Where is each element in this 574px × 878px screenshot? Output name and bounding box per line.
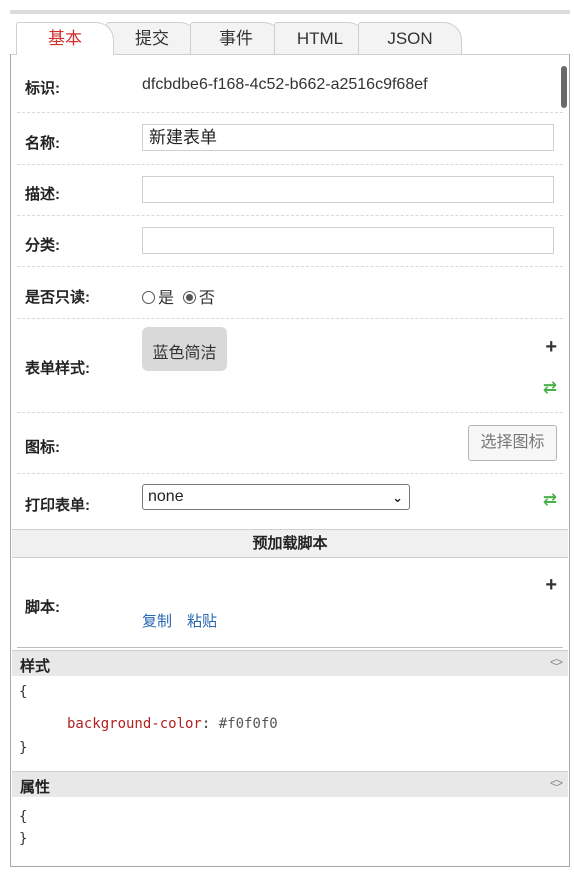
- code-toggle-icon[interactable]: <>: [550, 655, 563, 669]
- top-divider: [10, 10, 570, 14]
- attr-brace-open: {: [19, 809, 28, 825]
- style-brace-open: {: [19, 684, 28, 700]
- category-row: 分类:: [17, 216, 563, 267]
- css-value: #f0f0f0: [218, 716, 278, 732]
- readonly-row: 是否只读: 是 否: [17, 267, 563, 319]
- name-row: 名称: 新建表单: [17, 113, 563, 165]
- attr-editor-title: 属性: [20, 779, 51, 796]
- description-input[interactable]: [142, 176, 554, 203]
- print-row: 打印表单: none ⌄ ⇄: [17, 474, 563, 529]
- id-value: dfcbdbe6-f168-4c52-b662-a2516c9f68ef: [142, 76, 428, 93]
- css-property: background-color: [67, 716, 202, 732]
- css-colon: :: [201, 716, 211, 732]
- radio-no[interactable]: [182, 291, 196, 304]
- print-label: 打印表单:: [25, 497, 90, 514]
- plus-icon[interactable]: +: [545, 575, 557, 595]
- preload-section-header: 预加载脚本: [12, 529, 568, 558]
- tab-html[interactable]: HTML: [274, 22, 366, 54]
- tab-basic[interactable]: 基本: [16, 22, 114, 55]
- radio-no-label: 否: [198, 290, 215, 307]
- style-editor-title: 样式: [20, 658, 51, 675]
- form-style-row: 表单样式: 蓝色简洁 + ⇄: [17, 319, 563, 413]
- style-declaration[interactable]: background-color: #f0f0f0: [67, 716, 278, 732]
- radio-yes-label: 是: [158, 290, 175, 307]
- tab-json[interactable]: JSON: [358, 22, 462, 54]
- icon-row: 图标: 选择图标: [17, 413, 563, 474]
- script-row: 脚本: + 复制 粘贴: [17, 558, 563, 648]
- attr-brace-close: }: [19, 831, 28, 847]
- tab-bar: 基本 提交 事件 HTML JSON: [10, 16, 570, 55]
- code-toggle-icon[interactable]: <>: [550, 776, 563, 790]
- readonly-yes-option[interactable]: 是: [142, 290, 174, 307]
- style-brace-close: }: [19, 740, 28, 756]
- id-row: 标识: dfcbdbe6-f168-4c52-b662-a2516c9f68ef: [17, 54, 563, 113]
- copy-link[interactable]: 复制: [142, 610, 172, 631]
- readonly-label: 是否只读:: [25, 289, 90, 306]
- category-label: 分类:: [25, 237, 60, 254]
- plus-icon[interactable]: +: [545, 337, 557, 357]
- form-style-label: 表单样式:: [25, 360, 90, 377]
- chevron-down-icon: ⌄: [392, 490, 403, 505]
- icon-label: 图标:: [25, 439, 60, 456]
- refresh-icon[interactable]: ⇄: [543, 491, 557, 509]
- name-label: 名称:: [25, 135, 60, 152]
- script-label: 脚本:: [25, 599, 60, 616]
- tab-events[interactable]: 事件: [190, 22, 282, 54]
- description-label: 描述:: [25, 186, 60, 203]
- description-row: 描述:: [17, 165, 563, 216]
- style-editor-header: 样式 <>: [12, 650, 568, 676]
- readonly-no-option[interactable]: 否: [182, 290, 215, 307]
- tab-submit[interactable]: 提交: [106, 22, 198, 54]
- readonly-radio-group: 是 否: [142, 284, 215, 308]
- refresh-icon[interactable]: ⇄: [543, 379, 557, 397]
- print-select-value: none: [148, 488, 184, 505]
- category-input[interactable]: [142, 227, 554, 254]
- radio-yes[interactable]: [142, 291, 155, 304]
- properties-panel: 标识: dfcbdbe6-f168-4c52-b662-a2516c9f68ef…: [10, 54, 570, 867]
- form-style-option[interactable]: 蓝色简洁: [142, 327, 227, 371]
- id-label: 标识:: [25, 80, 60, 97]
- choose-icon-button[interactable]: 选择图标: [468, 425, 557, 461]
- paste-link[interactable]: 粘贴: [187, 610, 217, 631]
- print-select[interactable]: none ⌄: [142, 484, 410, 510]
- name-input[interactable]: 新建表单: [142, 124, 554, 151]
- attr-editor-header: 属性 <>: [12, 771, 568, 797]
